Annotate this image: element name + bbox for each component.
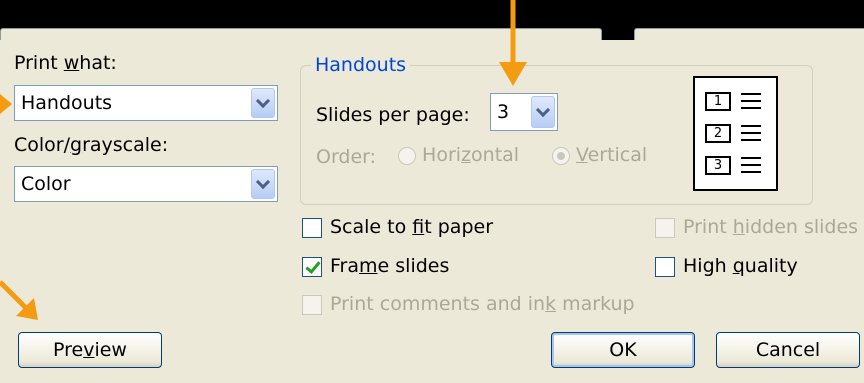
chevron-down-icon[interactable]	[531, 96, 555, 128]
scale-to-fit-checkbox[interactable]	[302, 218, 322, 238]
handouts-group-title: Handouts	[311, 54, 411, 76]
print-dialog: Print what: Handouts Color/grayscale: Co…	[0, 40, 864, 383]
slides-per-page-select[interactable]: 3	[490, 93, 558, 131]
preview-slot-1: 1	[705, 92, 731, 111]
order-horizontal[interactable]: Horizontal	[398, 144, 519, 166]
order-vertical[interactable]: Vertical	[552, 144, 647, 166]
chevron-down-icon[interactable]	[251, 88, 275, 118]
high-quality-checkbox[interactable]	[655, 257, 675, 277]
ok-button[interactable]: OK	[551, 332, 695, 368]
color-value: Color	[21, 173, 71, 195]
radio-horizontal[interactable]	[398, 146, 416, 165]
print-comments-label[interactable]: Print comments and ink markup	[330, 293, 635, 315]
checkmark-icon	[305, 258, 321, 274]
chevron-down-icon[interactable]	[251, 169, 275, 199]
print-comments-checkbox[interactable]	[302, 295, 322, 315]
radio-vertical[interactable]	[552, 146, 570, 165]
preview-slot-2: 2	[705, 124, 731, 143]
order-label: Order:	[316, 146, 377, 168]
slides-per-page-value: 3	[497, 101, 510, 123]
print-what-select[interactable]: Handouts	[14, 85, 278, 121]
frame-slides-label[interactable]: Frame slides	[330, 255, 449, 277]
order-horizontal-label: Horizontal	[422, 144, 520, 166]
cancel-button[interactable]: Cancel	[716, 332, 860, 368]
print-what-label: Print what:	[14, 52, 117, 74]
scale-to-fit-label[interactable]: Scale to fit paper	[330, 216, 493, 238]
color-select[interactable]: Color	[14, 166, 278, 202]
print-hidden-label[interactable]: Print hidden slides	[683, 216, 858, 238]
print-hidden-checkbox[interactable]	[655, 218, 675, 238]
frame-slides-checkbox[interactable]	[302, 257, 322, 277]
print-what-value: Handouts	[21, 92, 113, 114]
high-quality-label[interactable]: High quality	[683, 255, 798, 277]
preview-button[interactable]: Preview	[18, 332, 162, 368]
preview-slot-3: 3	[705, 156, 731, 175]
color-label: Color/grayscale:	[14, 134, 169, 156]
slides-per-page-label: Slides per page:	[316, 104, 470, 126]
handout-layout-preview: 1 2 3	[693, 76, 778, 191]
order-vertical-label: Vertical	[576, 144, 648, 166]
